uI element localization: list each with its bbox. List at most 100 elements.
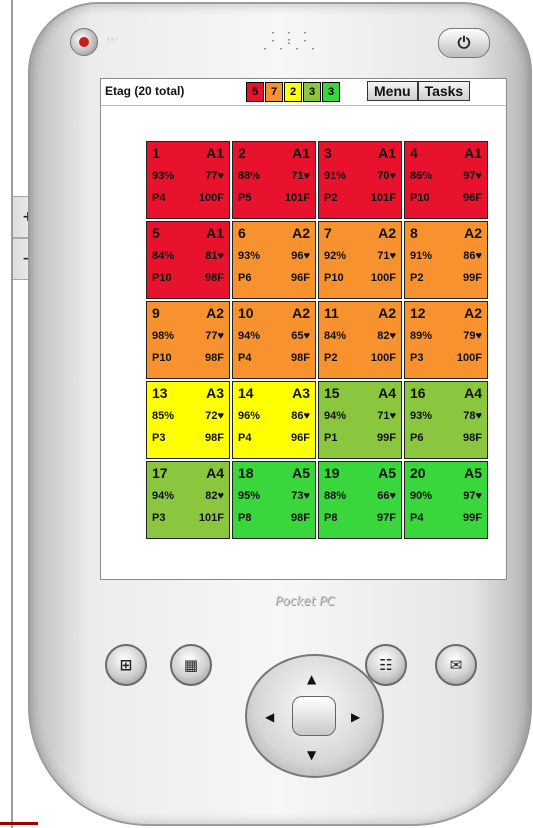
left-arrow-icon[interactable]: ◀: [265, 710, 274, 724]
tag-id: 19: [324, 465, 340, 481]
menu-button[interactable]: Menu: [367, 81, 418, 101]
tag-zone: A5: [292, 465, 310, 481]
tag-tile[interactable]: 8 A2 91% 86♥ P2 99F: [404, 221, 488, 299]
tag-tile[interactable]: 1 A1 93% 77♥ P4 100F: [146, 141, 230, 219]
tag-grid: 1 A1 93% 77♥ P4 100F 2 A1 88% 71♥ P5 101F 3 A1 91% 70♥ P…: [146, 141, 494, 539]
tag-tile[interactable]: 6 A2 93% 96♥ P6 96F: [232, 221, 316, 299]
tag-tile[interactable]: 7 A2 92% 71♥ P10 100F: [318, 221, 402, 299]
tag-tile[interactable]: 16 A4 93% 78♥ P6 98F: [404, 381, 488, 459]
tasks-button[interactable]: Tasks: [417, 81, 471, 101]
tag-position: P8: [324, 512, 338, 524]
tag-position: P4: [238, 432, 252, 444]
tag-tile[interactable]: 5 A1 84% 81♥ P10 98F: [146, 221, 230, 299]
tag-temperature: 98F: [291, 352, 310, 364]
tag-percent: 94%: [152, 490, 175, 502]
tag-heart-rate: 73♥: [291, 490, 310, 502]
tag-tile[interactable]: 2 A1 88% 71♥ P5 101F: [232, 141, 316, 219]
right-arrow-icon[interactable]: ▶: [351, 710, 360, 724]
tag-position: P6: [238, 272, 252, 284]
start-button[interactable]: ⊞: [105, 644, 147, 686]
start-icon: ⊞: [119, 656, 133, 674]
tag-heart-rate: 79♥: [463, 330, 482, 342]
tag-heart-rate: 71♥: [291, 170, 310, 182]
tag-zone: A3: [206, 385, 224, 401]
tag-tile[interactable]: 15 A4 94% 71♥ P1 99F: [318, 381, 402, 459]
tag-id: 2: [238, 145, 246, 161]
power-button[interactable]: ⏻: [438, 28, 490, 58]
tag-zone: A1: [206, 145, 224, 161]
tag-temperature: 99F: [377, 432, 396, 444]
tag-id: 1: [152, 145, 160, 161]
tag-position: P3: [152, 432, 166, 444]
tag-temperature: 96F: [291, 272, 310, 284]
tag-id: 8: [410, 225, 418, 241]
tag-tile[interactable]: 3 A1 91% 70♥ P2 101F: [318, 141, 402, 219]
tag-percent: 93%: [238, 250, 261, 262]
tag-percent: 95%: [238, 490, 261, 502]
tag-temperature: 97F: [377, 512, 396, 524]
tag-tile[interactable]: 12 A2 89% 79♥ P3 100F: [404, 301, 488, 379]
tag-tile[interactable]: 20 A5 90% 97♥ P4 99F: [404, 461, 488, 539]
tag-temperature: 96F: [463, 192, 482, 204]
tag-zone: A5: [378, 465, 396, 481]
tag-heart-rate: 78♥: [463, 410, 482, 422]
tag-position: P2: [324, 352, 338, 364]
notification-led-icon: [70, 28, 98, 56]
tag-temperature: 98F: [205, 432, 224, 444]
calendar-button[interactable]: ▦: [170, 644, 212, 686]
tag-tile[interactable]: 4 A1 86% 97♥ P10 96F: [404, 141, 488, 219]
tag-zone: A2: [206, 305, 224, 321]
tag-percent: 90%: [410, 490, 433, 502]
tag-percent: 94%: [238, 330, 261, 342]
tag-heart-rate: 71♥: [377, 410, 396, 422]
tag-heart-rate: 86♥: [291, 410, 310, 422]
tag-zone: A1: [292, 145, 310, 161]
tag-position: P4: [410, 512, 424, 524]
speaker-grille-icon: · · · · : · · · · ·: [261, 28, 319, 55]
calendar-icon: ▦: [183, 656, 199, 674]
tag-zone: A2: [464, 305, 482, 321]
tag-id: 3: [324, 145, 332, 161]
tag-id: 18: [238, 465, 254, 481]
down-arrow-icon[interactable]: ▼: [307, 748, 316, 762]
tag-tile[interactable]: 18 A5 95% 73♥ P8 98F: [232, 461, 316, 539]
status-count-chip: 2: [284, 82, 302, 102]
tag-tile[interactable]: 14 A3 96% 86♥ P4 96F: [232, 381, 316, 459]
tag-percent: 84%: [152, 250, 175, 262]
tag-tile[interactable]: 17 A4 94% 82♥ P3 101F: [146, 461, 230, 539]
tag-zone: A4: [206, 465, 224, 481]
tag-zone: A3: [292, 385, 310, 401]
tag-tile[interactable]: 19 A5 88% 66♥ P8 97F: [318, 461, 402, 539]
inbox-icon: ✉: [449, 656, 463, 674]
tag-position: P4: [238, 352, 252, 364]
tag-tile[interactable]: 10 A2 94% 65♥ P4 98F: [232, 301, 316, 379]
infrared-port-icon: ◦◦◦: [106, 36, 119, 44]
tag-position: P2: [324, 192, 338, 204]
dpad-center-button[interactable]: [292, 696, 336, 736]
tag-temperature: 99F: [463, 512, 482, 524]
tag-percent: 88%: [238, 170, 261, 182]
tag-percent: 98%: [152, 330, 175, 342]
menu-bar: Menu Tasks: [367, 81, 471, 101]
tag-zone: A4: [464, 385, 482, 401]
tag-tile[interactable]: 11 A2 84% 82♥ P2 100F: [318, 301, 402, 379]
tag-zone: A2: [292, 305, 310, 321]
inbox-button[interactable]: ✉: [435, 644, 477, 686]
directional-pad[interactable]: ▲ ▼ ◀ ▶: [245, 654, 384, 778]
tag-tile[interactable]: 9 A2 98% 77♥ P10 98F: [146, 301, 230, 379]
tag-heart-rate: 86♥: [463, 250, 482, 262]
up-arrow-icon[interactable]: ▲: [307, 672, 316, 686]
tag-zone: A4: [378, 385, 396, 401]
pocket-pc-device: ◦◦◦ · · · · : · · · · · ⏻ Etag (20 total…: [28, 2, 532, 826]
tag-heart-rate: 97♥: [463, 170, 482, 182]
tag-position: P3: [152, 512, 166, 524]
tag-percent: 93%: [152, 170, 175, 182]
tag-tile[interactable]: 13 A3 85% 72♥ P3 98F: [146, 381, 230, 459]
tag-heart-rate: 82♥: [377, 330, 396, 342]
tag-temperature: 98F: [291, 512, 310, 524]
tag-heart-rate: 70♥: [377, 170, 396, 182]
tag-percent: 94%: [324, 410, 347, 422]
tag-temperature: 96F: [291, 432, 310, 444]
status-count-chip: 3: [322, 82, 340, 102]
tag-id: 6: [238, 225, 246, 241]
